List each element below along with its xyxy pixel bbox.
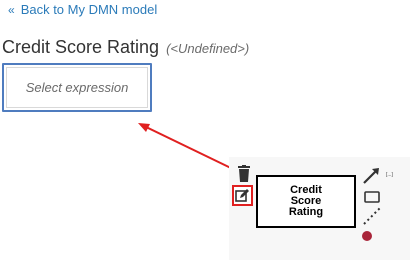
back-link-label: Back to My DMN model [20, 2, 158, 17]
circle-marker-icon[interactable] [362, 231, 372, 241]
decision-node-label: Credit Score Rating [288, 184, 324, 218]
trash-icon[interactable] [236, 165, 252, 183]
select-expression-box[interactable]: Select expression [2, 63, 152, 112]
edit-icon[interactable] [232, 185, 253, 206]
page-title: Credit Score Rating (<Undefined>) [2, 36, 249, 60]
rectangle-icon[interactable] [364, 190, 380, 203]
select-expression-inner[interactable]: Select expression [6, 67, 148, 108]
connect-arrow-icon[interactable] [362, 167, 402, 185]
select-expression-placeholder: Select expression [25, 80, 129, 95]
decision-node[interactable]: Credit Score Rating [256, 175, 356, 228]
double-chevron-left-icon: « [8, 3, 15, 17]
connector-tag: [...] [386, 172, 393, 178]
back-to-model-link[interactable]: « Back to My DMN model [8, 1, 157, 19]
decision-type-label: (<Undefined>) [166, 41, 250, 56]
decision-name: Credit Score Rating [2, 37, 160, 57]
dotted-line-icon[interactable] [362, 206, 382, 226]
